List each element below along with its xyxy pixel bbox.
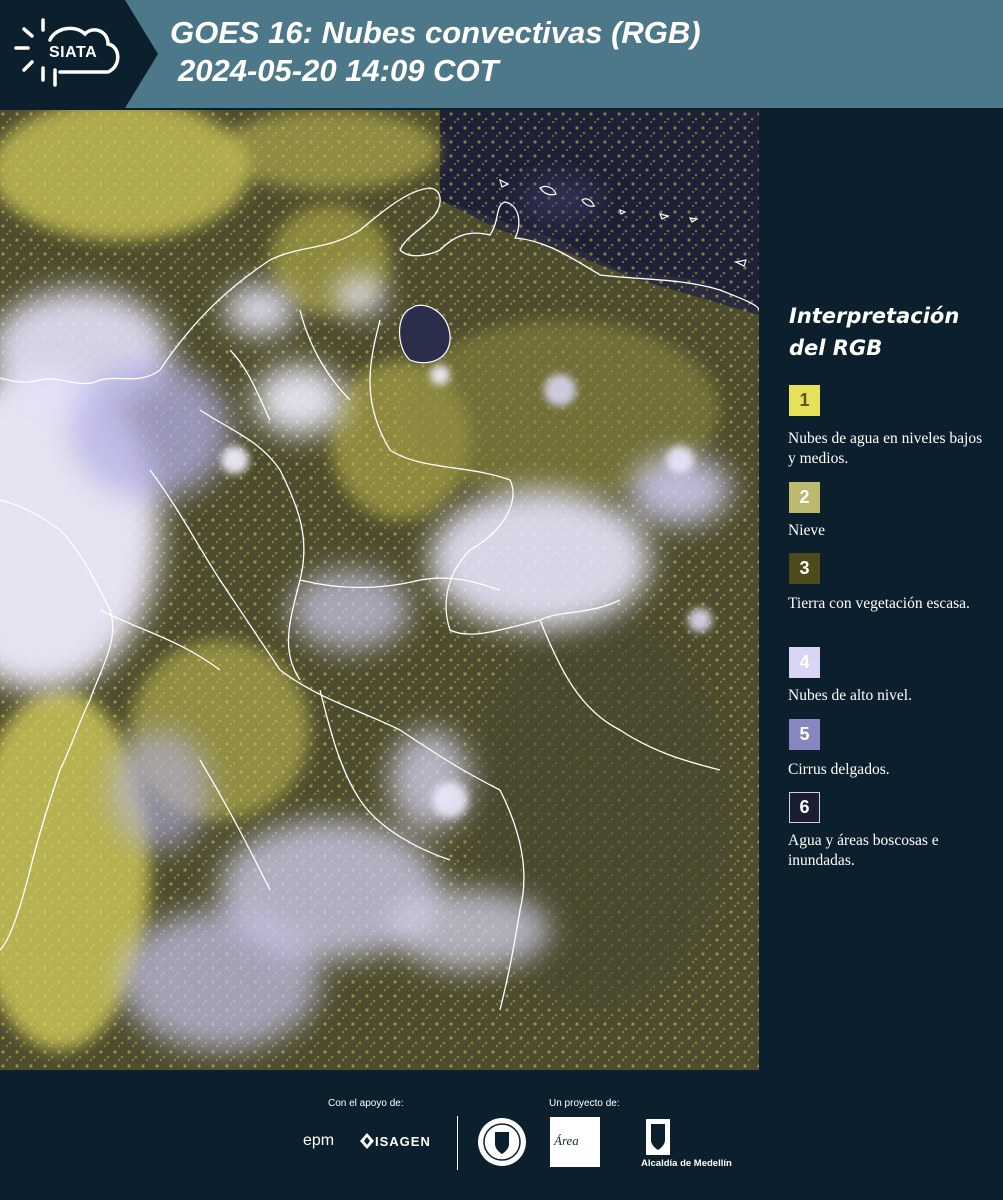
- legend-label-2: Nieve: [788, 522, 826, 539]
- legend-swatch-6: 6: [789, 792, 820, 823]
- legend-number-2: 2: [799, 487, 810, 507]
- legend-number-4: 4: [799, 652, 810, 672]
- page-title: GOES 16: Nubes convectivas (RGB) 2024-05…: [170, 14, 701, 90]
- title-line-2-timestamp: 2024-05-20 14:09 COT: [178, 53, 499, 88]
- legend-swatch-3: 3: [789, 553, 820, 584]
- legend-swatch-2: 2: [789, 482, 820, 513]
- alcaldia-shield-icon: [646, 1119, 670, 1155]
- epm-logo[interactable]: epm: [303, 1132, 334, 1150]
- satellite-image: [0, 110, 759, 1070]
- title-line-1: GOES 16: Nubes convectivas (RGB): [170, 15, 701, 50]
- isagen-mark-icon: [360, 1133, 374, 1149]
- medellin-seal-icon[interactable]: [477, 1116, 527, 1168]
- footer: Con el apoyo de: Un proyecto de: epm ISA…: [0, 1070, 1003, 1200]
- isagen-logo[interactable]: ISAGEN: [375, 1134, 431, 1149]
- footer-divider: [457, 1116, 458, 1170]
- legend-swatch-1: 1: [789, 385, 820, 416]
- legend-swatch-5: 5: [789, 719, 820, 750]
- alcaldia-medellin-logo[interactable]: Alcaldía de Medellín: [641, 1158, 732, 1169]
- legend-panel: Interpretación del RGB 1 Nubes de agua e…: [760, 110, 1003, 1070]
- legend-number-3: 3: [799, 558, 810, 578]
- project-label: Un proyecto de:: [549, 1098, 620, 1109]
- legend-title: Interpretación del RGB: [789, 304, 960, 360]
- area-metropolitana-text: Área: [554, 1133, 579, 1148]
- siata-logo-text: SIATA: [49, 44, 98, 61]
- legend-number-1: 1: [799, 390, 810, 410]
- siata-logo[interactable]: SIATA: [0, 0, 158, 108]
- legend-number-6: 6: [799, 797, 810, 817]
- header-bar: SIATA GOES 16: Nubes convectivas (RGB) 2…: [0, 0, 1003, 108]
- legend-number-5: 5: [799, 724, 810, 744]
- legend-label-3: Tierra con vegetación escasa.: [788, 595, 970, 612]
- legend-swatch-4: 4: [789, 647, 820, 678]
- satellite-map[interactable]: [0, 110, 759, 1070]
- legend-label-1: Nubes de agua en niveles bajos y medios.: [788, 430, 983, 467]
- legend-label-6: Agua y áreas boscosas e inundadas.: [788, 832, 939, 869]
- legend-label-4: Nubes de alto nivel.: [788, 687, 912, 704]
- legend-label-5: Cirrus delgados.: [788, 761, 890, 778]
- support-label: Con el apoyo de:: [328, 1098, 404, 1109]
